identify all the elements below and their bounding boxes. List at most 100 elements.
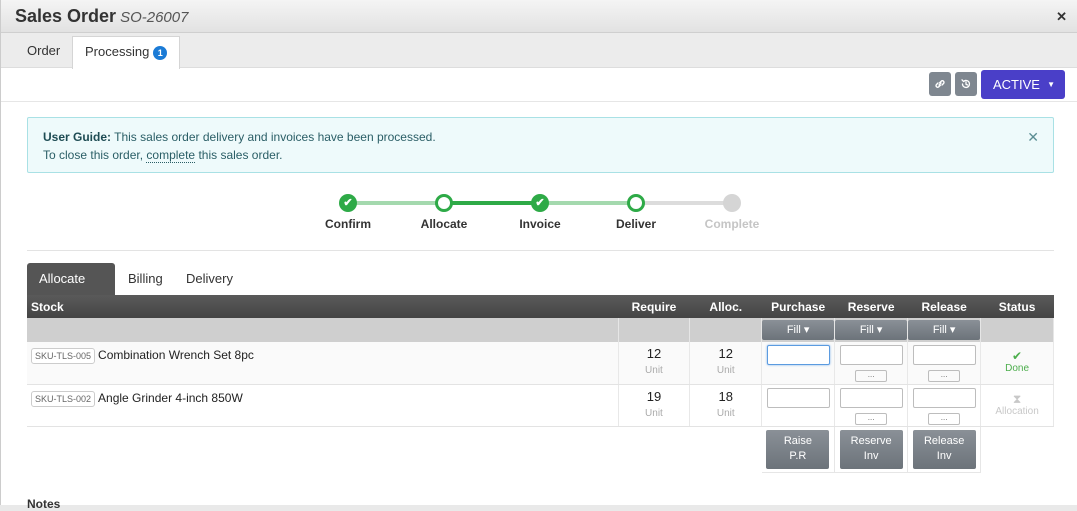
status-label: ACTIVE — [993, 77, 1040, 92]
complete-link[interactable]: complete — [146, 148, 196, 163]
allocation-table: Stock Require Alloc. Purchase Reserve Re… — [27, 295, 1054, 473]
notes-heading: Notes — [27, 497, 61, 511]
table-row: SKU-TLS-005 Combination Wrench Set 8pc 12… — [27, 342, 1054, 385]
actions-row: Raise P.R Reserve Inv Release Inv — [27, 426, 1054, 473]
step-allocate-circle-icon — [435, 194, 453, 212]
require-unit: Unit — [645, 407, 663, 419]
history-icon[interactable] — [955, 72, 977, 96]
table-row: SKU-TLS-002 Angle Grinder 4-inch 850W 19 U… — [27, 384, 1054, 427]
release-more-button[interactable]: ... — [928, 412, 961, 425]
progress-stepper: ✔ ✔ Confirm Allocate Invoice Deliver Com… — [301, 190, 781, 240]
reserve-inv-line2: Inv — [863, 449, 879, 462]
step-label-confirm: Confirm — [325, 217, 371, 231]
col-stock: Stock — [27, 295, 619, 318]
raise-pr-line2: P.R — [789, 449, 807, 462]
status-dropdown-button[interactable]: ACTIVE ▼ — [981, 70, 1065, 99]
step-label-allocate: Allocate — [420, 217, 468, 231]
alloc-unit: Unit — [716, 365, 735, 376]
alloc-qty: 12 — [718, 346, 733, 361]
fill-purchase-button[interactable]: Fill ▾ — [762, 320, 835, 340]
title-bar: Sales Order SO-26007 ✕ — [1, 0, 1077, 33]
page-title: Sales Order SO-26007 — [15, 6, 188, 27]
reserve-inv-line1: Reserve — [850, 434, 892, 447]
reserve-input[interactable] — [839, 387, 903, 408]
sales-order-window: Sales Order SO-26007 ✕ Order Processing 1 … — [0, 0, 1077, 511]
tab-processing[interactable]: Processing 1 — [72, 36, 181, 69]
purchase-input[interactable] — [766, 387, 830, 408]
purchase-input[interactable] — [766, 345, 830, 365]
guide-text-2-post: this sales order. — [198, 148, 283, 162]
subtab-allocate-label: Allocate — [39, 271, 86, 286]
require-qty: 12 — [646, 346, 662, 361]
subtab-billing[interactable]: Billing — [116, 263, 175, 295]
col-reserve: Reserve — [834, 295, 908, 318]
title-text: Sales Order — [15, 6, 117, 26]
step-complete-circle-icon — [723, 194, 741, 212]
reserve-input[interactable] — [839, 345, 903, 365]
tab-processing-label: Processing — [85, 44, 150, 59]
raise-pr-button[interactable]: Raise P.R — [766, 429, 830, 469]
fill-label: Fill — [932, 324, 947, 336]
fill-row: Fill ▾ Fill ▾ Fill ▾ — [27, 318, 1054, 342]
col-alloc: Alloc. — [689, 295, 762, 318]
step-label-complete: Complete — [704, 217, 760, 231]
step-deliver-circle-icon — [627, 194, 645, 212]
guide-line-2: To close this order, complete this sales… — [43, 146, 1038, 164]
link-icon[interactable] — [929, 72, 951, 96]
caret-down-icon: ▼ — [1047, 80, 1055, 89]
col-purchase: Purchase — [761, 295, 835, 318]
subtab-allocate[interactable]: Allocate1 — [27, 263, 115, 318]
fill-label: Fill — [859, 324, 874, 336]
release-more-button[interactable]: ... — [928, 370, 961, 382]
guide-line-1: User Guide: This sales order delivery an… — [43, 128, 1038, 146]
step-label-deliver: Deliver — [615, 217, 657, 231]
sku-badge: SKU-TLS-005 — [31, 348, 96, 364]
alloc-qty: 18 — [718, 388, 733, 404]
table-header-row: Stock Require Alloc. Purchase Reserve Re… — [27, 295, 1054, 318]
close-icon[interactable]: ✕ — [1056, 9, 1067, 25]
order-number: SO-26007 — [120, 9, 189, 26]
fill-reserve-button[interactable]: Fill ▾ — [835, 320, 908, 340]
require-unit: Unit — [645, 365, 663, 376]
step-connector — [540, 201, 636, 205]
tab-processing-badge: 1 — [153, 45, 168, 60]
release-inv-button[interactable]: Release Inv — [912, 429, 976, 469]
raise-pr-line1: Raise — [783, 434, 812, 447]
main-tabs: Order Processing 1 — [1, 33, 1077, 69]
item-name: Combination Wrench Set 8pc — [98, 348, 254, 363]
col-status: Status — [980, 295, 1054, 318]
step-invoice-check-icon: ✔ — [531, 194, 549, 212]
reserve-more-button[interactable]: ... — [855, 412, 888, 425]
guide-text-1: This sales order delivery and invoices h… — [114, 130, 436, 144]
sku-badge: SKU-TLS-002 — [31, 390, 96, 407]
release-inv-line2: Inv — [936, 449, 952, 462]
toolbar: ACTIVE ▼ — [929, 70, 1065, 99]
step-confirm-check-icon: ✔ — [339, 194, 357, 212]
alloc-unit: Unit — [716, 407, 735, 419]
release-input[interactable] — [912, 345, 976, 365]
release-input[interactable] — [912, 387, 976, 408]
subtab-delivery[interactable]: Delivery — [174, 263, 245, 295]
fill-label: Fill — [786, 324, 801, 336]
col-require: Require — [618, 295, 690, 318]
fill-release-button[interactable]: Fill ▾ — [908, 320, 981, 340]
guide-bold: User Guide: — [43, 130, 112, 144]
item-name: Angle Grinder 4-inch 850W — [98, 390, 243, 405]
toolbar-divider — [1, 101, 1077, 102]
dismiss-alert-icon[interactable]: ✕ — [1027, 128, 1039, 146]
reserve-inv-button[interactable]: Reserve Inv — [839, 429, 903, 469]
tab-order[interactable]: Order — [15, 36, 72, 69]
reserve-more-button[interactable]: ... — [855, 370, 888, 382]
status-text: Allocation — [995, 405, 1039, 417]
hourglass-icon: ⧗ — [1012, 391, 1022, 406]
step-label-invoice: Invoice — [519, 217, 561, 231]
step-connector — [444, 201, 540, 205]
col-release: Release — [907, 295, 981, 318]
section-divider — [27, 250, 1054, 251]
user-guide-alert: User Guide: This sales order delivery an… — [27, 117, 1054, 173]
guide-text-2-pre: To close this order, — [43, 148, 144, 162]
release-inv-line1: Release — [923, 434, 965, 447]
step-connector — [636, 201, 732, 205]
check-icon: ✔ — [1012, 349, 1023, 363]
require-qty: 19 — [646, 388, 662, 404]
